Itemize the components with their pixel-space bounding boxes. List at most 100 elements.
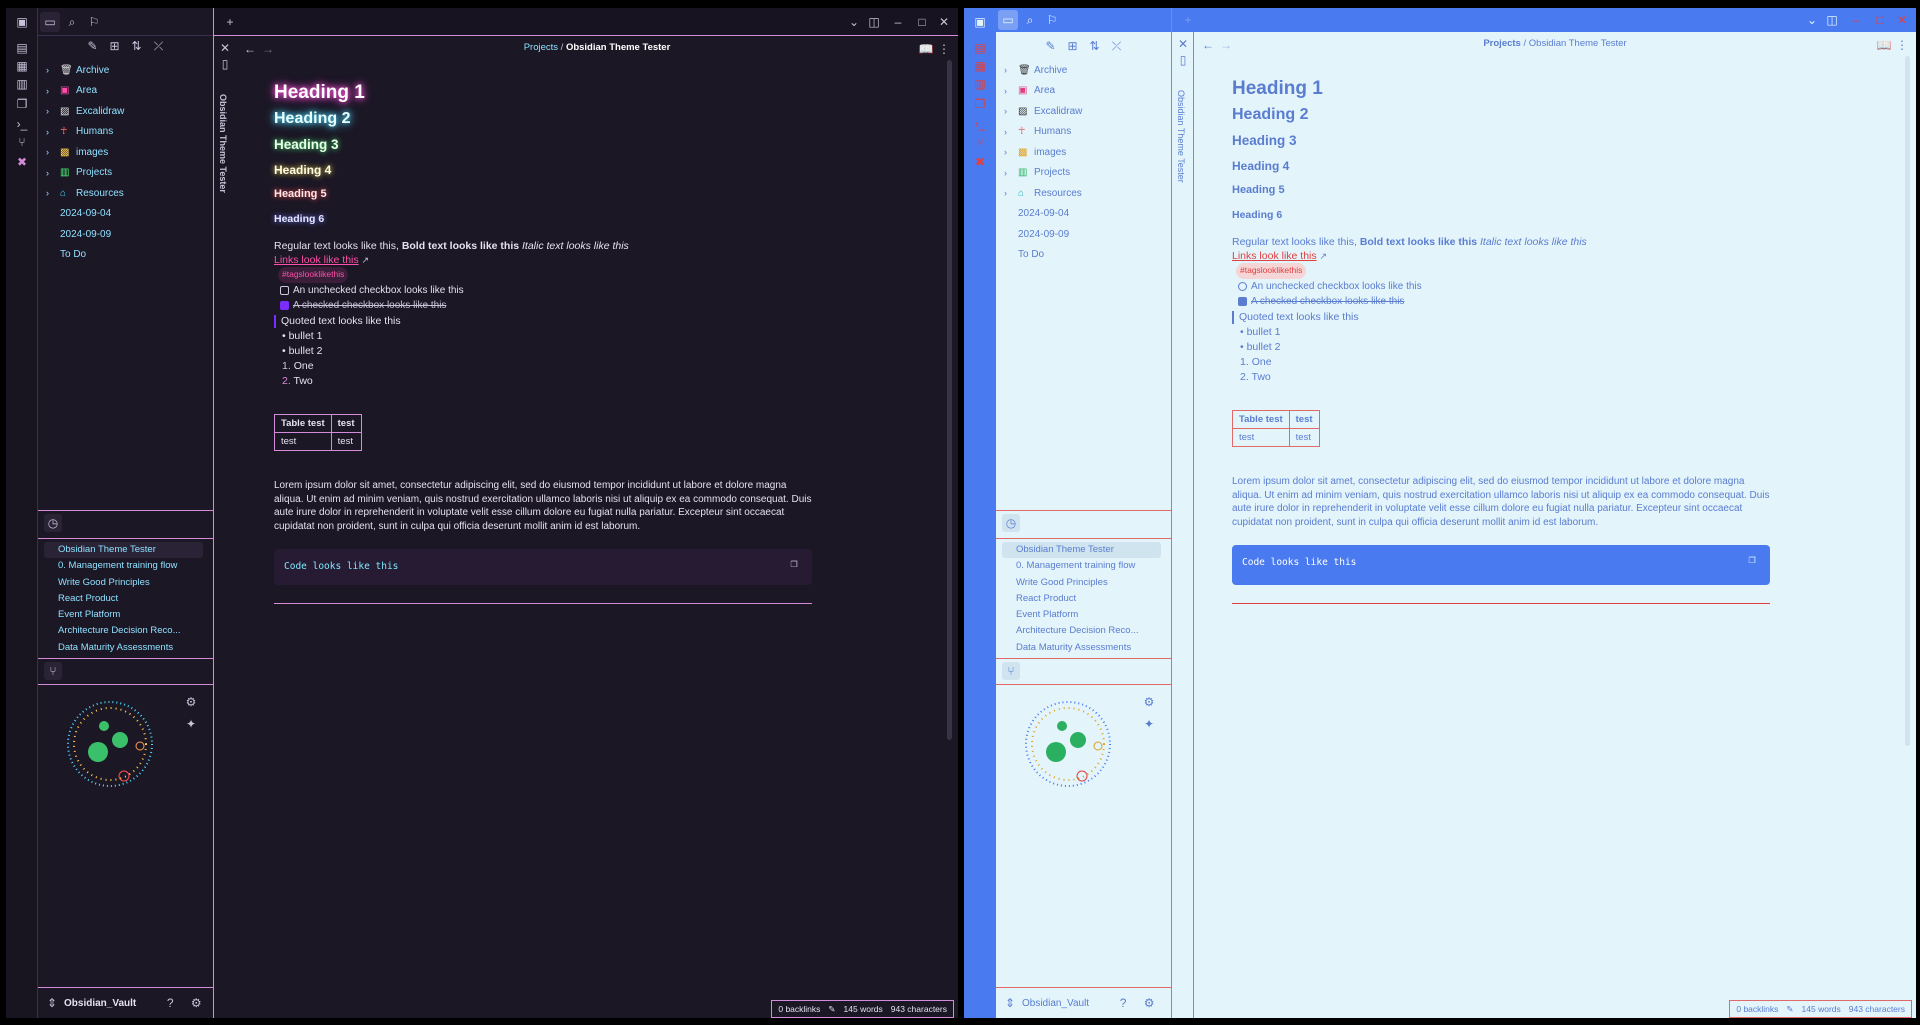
edit-icon[interactable]: ✎ — [828, 1004, 835, 1015]
external-link[interactable]: Links look like this — [1232, 250, 1317, 262]
minimize-icon[interactable]: – — [888, 12, 908, 32]
collapse-icon[interactable]: ⤫ — [1107, 36, 1127, 56]
checkbox-unchecked[interactable] — [280, 285, 289, 295]
tree-folder-projects[interactable]: › ▥ Projects — [38, 163, 213, 184]
breadcrumb-file[interactable]: Obsidian Theme Tester — [1529, 38, 1627, 49]
new-folder-icon[interactable]: ⊞ — [105, 36, 125, 56]
list-item[interactable]: Event Platform — [1002, 607, 1161, 623]
new-note-icon[interactable]: ✎ — [83, 36, 103, 56]
sidebar-toggle-icon[interactable]: ▣ — [970, 12, 990, 32]
tree-folder-excalidraw[interactable]: › ▨ Excalidraw — [38, 101, 213, 122]
more-options-icon[interactable]: ⋮ — [934, 39, 954, 59]
gear-icon[interactable]: ⚙ — [186, 993, 206, 1013]
list-item[interactable]: Write Good Principles — [44, 575, 203, 591]
vault-switcher[interactable]: ⇕ Obsidian_Vault ? ⚙ — [38, 988, 213, 1018]
tree-folder-projects[interactable]: › ▥ Projects — [996, 163, 1171, 184]
list-item[interactable]: Obsidian Theme Tester — [44, 542, 203, 559]
scrollbar[interactable] — [947, 60, 952, 740]
search-icon[interactable]: ⌕ — [1020, 10, 1040, 30]
vault-switcher[interactable]: ⇕ Obsidian_Vault ? ⚙ — [996, 988, 1171, 1018]
chevron-down-icon[interactable]: ⌄ — [1802, 10, 1822, 30]
list-item[interactable]: Data Maturity Assessments — [44, 640, 203, 656]
list-item[interactable]: Data Maturity Assessments — [1002, 640, 1161, 656]
reading-view-icon[interactable]: 📖 — [1874, 35, 1894, 55]
graph-icon[interactable]: ⑂ — [12, 132, 32, 152]
bookmark-icon[interactable]: ⚐ — [84, 12, 104, 32]
list-item[interactable]: React Product — [1002, 591, 1161, 607]
tree-folder-archive[interactable]: › 🗑 Archive — [38, 60, 213, 81]
tree-folder-humans[interactable]: › ☥ Humans — [38, 122, 213, 143]
external-link[interactable]: Links look like this — [274, 254, 359, 266]
tree-file[interactable]: 2024-09-09 — [38, 224, 213, 245]
tree-folder-images[interactable]: › ▩ images — [38, 142, 213, 163]
copy-icon[interactable]: ❐ — [12, 94, 32, 114]
gear-icon[interactable]: ⚙ — [1139, 692, 1159, 712]
wand-icon[interactable]: ✦ — [1139, 714, 1159, 734]
editor[interactable]: ← → Projects / Obsidian Theme Tester 📖 ⋮… — [1194, 32, 1916, 1018]
tree-folder-humans[interactable]: › ☥ Humans — [996, 122, 1171, 143]
new-folder-icon[interactable]: ⊞ — [1063, 36, 1083, 56]
tree-file[interactable]: 2024-09-04 — [38, 204, 213, 225]
table-header[interactable]: test — [330, 414, 362, 433]
tree-folder-area[interactable]: › ▣ Area — [996, 81, 1171, 102]
clock-icon[interactable]: ◷ — [1002, 514, 1020, 532]
tag[interactable]: #tagslooklikethis — [278, 267, 349, 283]
table-cell[interactable]: test — [1232, 428, 1290, 447]
terminal-icon[interactable]: ›_ — [970, 114, 990, 134]
sort-icon[interactable]: ⇅ — [127, 36, 147, 56]
grid-icon[interactable]: ▦ — [12, 56, 32, 76]
file-icon[interactable]: ▤ — [970, 38, 990, 58]
minimize-icon[interactable]: – — [1846, 10, 1866, 30]
help-icon[interactable]: ? — [1113, 993, 1133, 1013]
tree-file[interactable]: 2024-09-09 — [996, 224, 1171, 245]
table-cell[interactable]: test — [330, 432, 362, 451]
clock-icon[interactable]: ◷ — [44, 514, 62, 532]
gear-icon[interactable]: ⚙ — [1139, 993, 1159, 1013]
vertical-tab[interactable]: ✕ ▯ Obsidian Theme Tester — [214, 36, 236, 1018]
list-item[interactable]: Event Platform — [44, 607, 203, 623]
split-icon[interactable]: ◫ — [864, 12, 884, 32]
vertical-tab[interactable]: ✕ ▯ Obsidian Theme Tester — [1172, 32, 1194, 1018]
tree-folder-area[interactable]: › ▣ Area — [38, 81, 213, 102]
tree-folder-images[interactable]: › ▩ images — [996, 142, 1171, 163]
maximize-icon[interactable]: □ — [912, 12, 932, 32]
file-icon[interactable]: ▤ — [12, 38, 32, 58]
maximize-icon[interactable]: □ — [1870, 10, 1890, 30]
editor[interactable]: ← → Projects / Obsidian Theme Tester 📖 ⋮… — [236, 36, 958, 1018]
tree-folder-archive[interactable]: › 🗑 Archive — [996, 60, 1171, 81]
tree-folder-resources[interactable]: › ⌂ Resources — [38, 183, 213, 204]
list-item[interactable]: 0. Management training flow — [1002, 558, 1161, 574]
table-header[interactable]: Table test — [1232, 410, 1290, 429]
more-options-icon[interactable]: ⋮ — [1892, 35, 1912, 55]
graph-icon[interactable]: ⑂ — [970, 132, 990, 152]
tools-icon[interactable]: ✖ — [12, 152, 32, 172]
graph-icon[interactable]: ⑂ — [44, 662, 62, 680]
folder-icon[interactable]: ▭ — [998, 10, 1018, 30]
help-icon[interactable]: ? — [160, 993, 180, 1013]
backlinks-count[interactable]: 0 backlinks — [778, 1004, 820, 1014]
tree-file[interactable]: To Do — [996, 245, 1171, 266]
terminal-icon[interactable]: ›_ — [12, 114, 32, 134]
checkbox-checked[interactable] — [280, 300, 289, 310]
copy-icon[interactable]: ❐ — [784, 553, 804, 573]
table-cell[interactable]: test — [274, 432, 332, 451]
backlinks-count[interactable]: 0 backlinks — [1736, 1004, 1778, 1014]
table-header[interactable]: test — [1288, 410, 1320, 429]
gear-icon[interactable]: ⚙ — [181, 692, 201, 712]
breadcrumb-file[interactable]: Obsidian Theme Tester — [566, 42, 670, 53]
tree-folder-excalidraw[interactable]: › ▨ Excalidraw — [996, 101, 1171, 122]
breadcrumb-folder[interactable]: Projects — [524, 42, 558, 53]
graph-view[interactable]: ⚙ ✦ — [996, 684, 1171, 804]
breadcrumb-folder[interactable]: Projects — [1483, 38, 1521, 49]
folder-icon[interactable]: ▭ — [40, 12, 60, 32]
graph-view[interactable]: ⚙ ✦ — [38, 684, 213, 804]
copy-icon[interactable]: ❐ — [1742, 549, 1762, 569]
grid-icon[interactable]: ▦ — [970, 56, 990, 76]
list-item[interactable]: Write Good Principles — [1002, 575, 1161, 591]
table-header[interactable]: Table test — [274, 414, 332, 433]
edit-icon[interactable]: ✎ — [1786, 1004, 1793, 1015]
new-note-icon[interactable]: ✎ — [1041, 36, 1061, 56]
tree-folder-resources[interactable]: › ⌂ Resources — [996, 183, 1171, 204]
wand-icon[interactable]: ✦ — [181, 714, 201, 734]
table-cell[interactable]: test — [1288, 428, 1320, 447]
